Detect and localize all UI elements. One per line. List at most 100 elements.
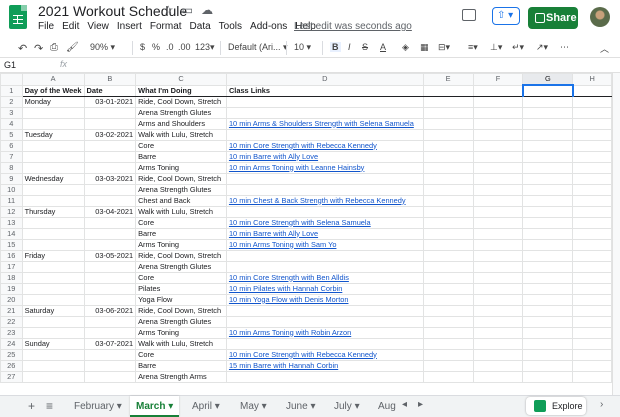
- table-cell[interactable]: [472, 84, 524, 97]
- table-cell[interactable]: [472, 271, 524, 284]
- row-header[interactable]: 6: [0, 139, 23, 152]
- table-cell[interactable]: [21, 139, 85, 152]
- table-cell[interactable]: [225, 249, 424, 262]
- cloud-status-icon[interactable]: ☁: [201, 3, 213, 17]
- italic-button[interactable]: I: [348, 42, 351, 52]
- merge-cells-icon[interactable]: ⊟▾: [438, 42, 450, 53]
- table-cell[interactable]: [83, 194, 137, 207]
- table-cell[interactable]: [21, 315, 85, 328]
- table-cell[interactable]: [21, 216, 85, 229]
- table-cell[interactable]: 03-07-2021: [83, 337, 137, 350]
- table-cell[interactable]: [83, 139, 137, 152]
- table-cell[interactable]: [572, 315, 612, 328]
- table-cell[interactable]: Barre: [135, 359, 227, 372]
- table-cell[interactable]: [21, 282, 85, 295]
- table-cell[interactable]: [83, 282, 137, 295]
- number-format-select[interactable]: 123▾: [195, 42, 215, 53]
- row-header[interactable]: 27: [0, 370, 23, 383]
- row-header[interactable]: 19: [0, 282, 23, 295]
- table-cell[interactable]: Class Links: [225, 84, 424, 97]
- selected-cell[interactable]: [521, 84, 574, 97]
- table-cell[interactable]: [472, 260, 524, 273]
- table-cell[interactable]: [572, 117, 612, 130]
- table-cell[interactable]: [472, 183, 524, 196]
- table-cell[interactable]: [472, 161, 524, 174]
- text-rotation-icon[interactable]: ↗▾: [536, 42, 548, 53]
- add-sheet-icon[interactable]: +: [28, 399, 35, 413]
- table-cell[interactable]: [522, 348, 574, 361]
- tab-march[interactable]: March ▾: [130, 396, 180, 417]
- table-cell[interactable]: [472, 315, 524, 328]
- tab-april[interactable]: April ▾: [186, 396, 226, 417]
- column-header-e[interactable]: E: [422, 73, 474, 86]
- table-cell[interactable]: [422, 161, 474, 174]
- table-cell[interactable]: Arena Strength Glutes: [135, 260, 227, 273]
- table-cell[interactable]: [472, 106, 524, 119]
- avatar[interactable]: [590, 7, 610, 27]
- table-cell[interactable]: [522, 370, 574, 383]
- table-cell[interactable]: [572, 106, 612, 119]
- table-cell[interactable]: [83, 161, 137, 174]
- select-all-corner[interactable]: [0, 73, 23, 86]
- spreadsheet-grid[interactable]: A B C D E F G H 1 Day of the Week Date W…: [0, 73, 612, 395]
- table-cell[interactable]: [472, 238, 524, 251]
- comments-icon[interactable]: [462, 9, 476, 21]
- row-header[interactable]: 16: [0, 249, 23, 262]
- table-cell[interactable]: [572, 249, 612, 262]
- decrease-decimal-button[interactable]: .0: [166, 42, 174, 52]
- table-cell[interactable]: Core: [135, 139, 227, 152]
- table-cell[interactable]: [422, 238, 474, 251]
- table-cell[interactable]: [21, 260, 85, 273]
- table-cell[interactable]: [422, 183, 474, 196]
- table-cell[interactable]: [522, 150, 574, 163]
- table-cell[interactable]: [225, 95, 424, 108]
- table-cell[interactable]: Walk with Lulu, Stretch: [135, 205, 227, 218]
- table-cell[interactable]: Tuesday: [21, 128, 85, 141]
- table-cell[interactable]: [422, 271, 474, 284]
- table-cell[interactable]: [21, 370, 85, 383]
- table-cell[interactable]: [572, 227, 612, 240]
- text-wrap-icon[interactable]: ↵▾: [512, 42, 524, 53]
- table-cell[interactable]: [472, 370, 524, 383]
- table-cell[interactable]: [422, 128, 474, 141]
- table-cell[interactable]: [83, 348, 137, 361]
- bold-button[interactable]: B: [330, 42, 341, 52]
- row-header[interactable]: 15: [0, 238, 23, 251]
- sheets-logo-icon[interactable]: [9, 5, 27, 29]
- table-cell[interactable]: [572, 348, 612, 361]
- paint-format-icon[interactable]: 🖌: [66, 42, 79, 53]
- table-cell[interactable]: Walk with Lulu, Stretch: [135, 128, 227, 141]
- table-cell[interactable]: [522, 161, 574, 174]
- class-link[interactable]: 10 min Barre with Ally Love: [225, 227, 424, 240]
- row-header[interactable]: 8: [0, 161, 23, 174]
- table-cell[interactable]: [83, 293, 137, 306]
- table-cell[interactable]: Arena Strength Glutes: [135, 183, 227, 196]
- table-cell[interactable]: [572, 238, 612, 251]
- table-cell[interactable]: [21, 271, 85, 284]
- undo-icon[interactable]: ↶: [18, 42, 27, 55]
- table-cell[interactable]: [422, 150, 474, 163]
- table-cell[interactable]: [522, 128, 574, 141]
- table-cell[interactable]: 03-03-2021: [83, 172, 137, 185]
- table-cell[interactable]: [225, 315, 424, 328]
- scroll-tabs-right-icon[interactable]: ▸: [418, 399, 423, 410]
- table-cell[interactable]: [83, 183, 137, 196]
- table-cell[interactable]: Arms Toning: [135, 238, 227, 251]
- table-cell[interactable]: [522, 106, 574, 119]
- table-cell[interactable]: [472, 117, 524, 130]
- table-cell[interactable]: Arms Toning: [135, 326, 227, 339]
- table-cell[interactable]: [422, 216, 474, 229]
- table-cell[interactable]: [572, 326, 612, 339]
- menu-addons[interactable]: Add-ons: [250, 21, 287, 32]
- borders-icon[interactable]: ▦: [420, 42, 429, 53]
- table-cell[interactable]: [83, 260, 137, 273]
- table-cell[interactable]: [572, 161, 612, 174]
- table-cell[interactable]: [225, 172, 424, 185]
- table-cell[interactable]: Arena Strength Glutes: [135, 315, 227, 328]
- table-cell[interactable]: Sunday: [21, 337, 85, 350]
- present-button[interactable]: ⇧ ▾: [492, 7, 520, 25]
- table-cell[interactable]: [83, 315, 137, 328]
- table-cell[interactable]: [472, 172, 524, 185]
- row-header[interactable]: 17: [0, 260, 23, 273]
- table-cell[interactable]: [225, 370, 424, 383]
